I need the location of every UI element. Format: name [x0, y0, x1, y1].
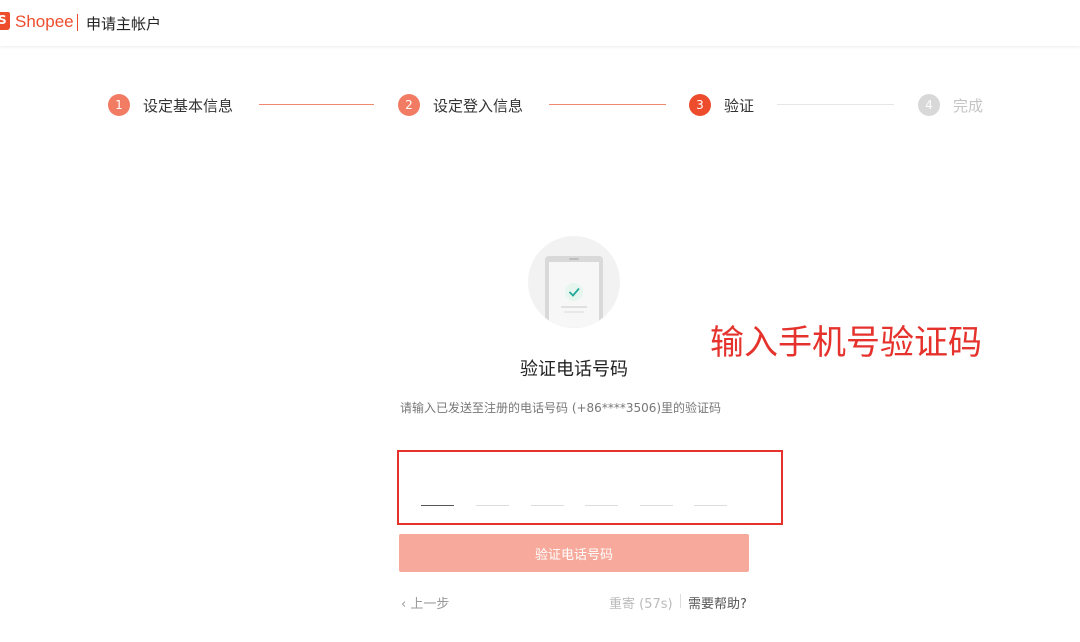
code-digit-2[interactable]: [476, 480, 509, 504]
code-digit-4[interactable]: [585, 480, 618, 504]
code-digit-5-underline: [640, 505, 673, 506]
code-digit-3-underline: [531, 505, 564, 506]
step-1-number: 1: [108, 94, 130, 116]
footer-divider: [680, 594, 681, 608]
page-title: 申请主帐户: [86, 15, 162, 33]
code-digit-1-underline: [421, 505, 454, 506]
header: S Shopee 申请主帐户: [0, 0, 1080, 46]
step-connector-2: [549, 104, 666, 105]
step-4-label: 完成: [953, 97, 984, 115]
brand-name[interactable]: Shopee: [15, 12, 74, 32]
annotation-text: 输入手机号验证码: [710, 323, 982, 363]
verify-phone-button[interactable]: 验证电话号码: [399, 534, 749, 572]
shopee-logo-icon[interactable]: S: [0, 12, 10, 30]
step-connector-3: [777, 104, 894, 105]
code-digit-6[interactable]: [694, 480, 727, 504]
resend-link[interactable]: 重寄 (57s): [609, 593, 673, 612]
code-digit-4-underline: [585, 505, 618, 506]
step-2-label: 设定登入信息: [433, 97, 524, 115]
code-digit-1[interactable]: [421, 480, 454, 504]
code-digit-3[interactable]: [531, 480, 564, 504]
step-3-number: 3: [689, 94, 711, 116]
step-1-label: 设定基本信息: [143, 97, 234, 115]
phone-check-icon: [527, 236, 622, 328]
code-digit-5[interactable]: [640, 480, 673, 504]
step-3-label: 验证: [724, 97, 755, 115]
header-divider: [77, 14, 78, 31]
code-digit-2-underline: [476, 505, 509, 506]
verify-instruction: 请输入已发送至注册的电话号码 (+86****3506)里的验证码: [400, 401, 722, 415]
step-2-number: 2: [398, 94, 420, 116]
code-digit-6-underline: [694, 505, 727, 506]
help-link[interactable]: 需要帮助?: [688, 593, 747, 612]
step-4-number: 4: [918, 94, 940, 116]
step-connector-1: [259, 104, 374, 105]
back-link[interactable]: ‹ 上一步: [401, 593, 449, 612]
